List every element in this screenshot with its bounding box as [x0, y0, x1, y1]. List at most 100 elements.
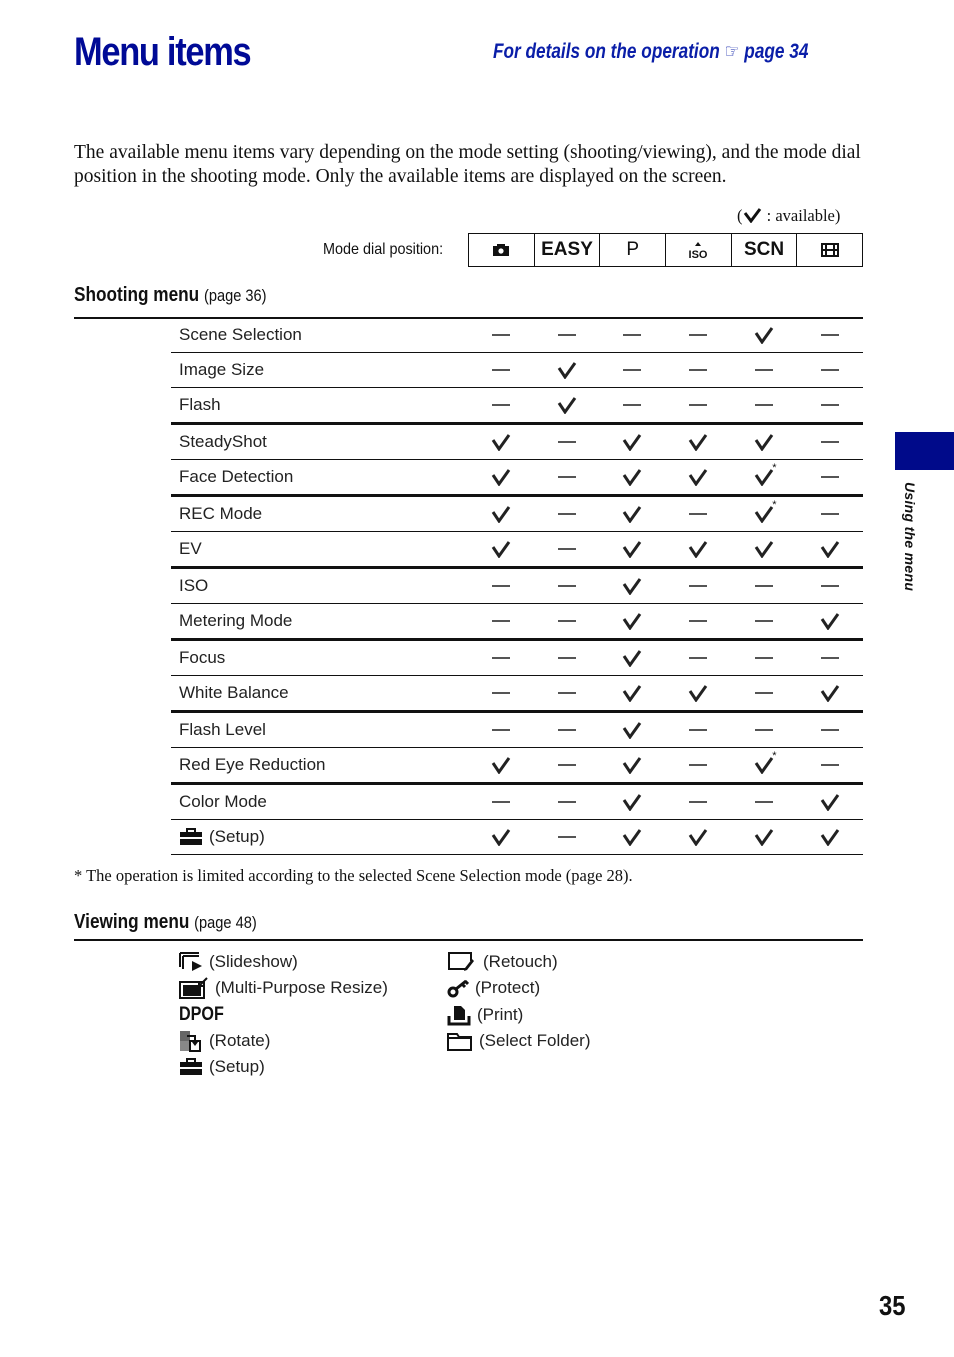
unavailable-dash	[468, 318, 534, 352]
unavailable-dash	[731, 388, 797, 422]
dash-mark	[689, 404, 708, 406]
unavailable-dash	[600, 388, 666, 422]
menu-item-text: Scene Selection	[179, 325, 302, 344]
unavailable-dash	[797, 497, 863, 531]
unavailable-dash	[468, 388, 534, 422]
unavailable-dash	[731, 713, 797, 747]
dash-mark	[755, 585, 774, 587]
footnote-marker: *	[772, 750, 777, 762]
dash-mark	[755, 369, 774, 371]
available-checkmark-icon: *	[731, 748, 797, 782]
list-item: (Setup)	[179, 1054, 388, 1080]
unavailable-dash	[468, 713, 534, 747]
list-item: (Rotate)	[179, 1028, 388, 1054]
dash-mark	[820, 441, 839, 443]
shooting-menu-page-ref[interactable]: (page 36)	[204, 286, 267, 305]
item-label: (Select Folder)	[479, 1030, 591, 1050]
unavailable-dash	[731, 785, 797, 819]
available-checkmark-icon	[534, 388, 600, 422]
menu-item-label: (Setup)	[171, 827, 468, 847]
retouch-icon	[447, 951, 477, 973]
dash-mark	[557, 548, 576, 550]
item-label: (Print)	[477, 1004, 524, 1024]
checkmark-icon	[743, 207, 763, 223]
dash-mark	[755, 729, 774, 731]
available-checkmark-icon	[600, 497, 666, 531]
viewing-menu-right-list: (Retouch) (Protect) (Print) (Select Fold…	[447, 949, 590, 1054]
available-checkmark-icon	[600, 641, 666, 675]
dash-mark	[689, 764, 708, 766]
resize-icon	[179, 977, 209, 1000]
available-checkmark-icon	[797, 820, 863, 854]
mode-dial-label: Mode dial position:	[323, 241, 444, 258]
unavailable-dash	[797, 713, 863, 747]
list-item: (Protect)	[447, 975, 590, 1001]
unavailable-dash	[468, 676, 534, 710]
list-item: DPOF	[179, 1002, 388, 1028]
unavailable-dash	[534, 713, 600, 747]
rotate-icon	[179, 1030, 203, 1053]
xref-page-link[interactable]: page 34	[744, 40, 808, 63]
dash-mark	[491, 585, 510, 587]
item-label: (Rotate)	[209, 1030, 271, 1050]
dash-mark	[557, 657, 576, 659]
available-checkmark-icon	[468, 497, 534, 531]
dash-mark	[689, 513, 708, 515]
xref-text: For details on the operation	[493, 40, 720, 63]
menu-item-label: REC Mode	[171, 504, 468, 524]
operation-cross-reference[interactable]: For details on the operation ☞ page 34	[493, 39, 808, 64]
menu-item-label: Metering Mode	[171, 611, 468, 631]
table-row: Flash Level	[171, 713, 863, 748]
available-checkmark-icon	[600, 676, 666, 710]
footnote-marker: *	[772, 499, 777, 511]
table-row: Flash	[171, 388, 863, 425]
dash-mark	[557, 441, 576, 443]
unavailable-dash	[797, 641, 863, 675]
dash-mark	[557, 585, 576, 587]
dash-mark	[623, 404, 642, 406]
unavailable-dash	[797, 425, 863, 459]
unavailable-dash	[731, 676, 797, 710]
dash-mark	[820, 657, 839, 659]
list-item: (Print)	[447, 1002, 590, 1028]
dash-mark	[491, 729, 510, 731]
unavailable-dash	[600, 318, 666, 352]
dash-mark	[689, 369, 708, 371]
unavailable-dash	[534, 460, 600, 494]
unavailable-dash	[665, 353, 731, 387]
item-label: (Slideshow)	[209, 952, 298, 971]
unavailable-dash	[665, 604, 731, 638]
dash-mark	[491, 620, 510, 622]
dash-mark	[820, 513, 839, 515]
item-label: (Multi-Purpose Resize)	[215, 978, 388, 998]
unavailable-dash	[534, 318, 600, 352]
available-checkmark-icon	[797, 676, 863, 710]
menu-item-label: Flash Level	[171, 720, 468, 740]
available-checkmark-icon	[468, 532, 534, 566]
folder-icon	[447, 1031, 473, 1052]
menu-item-text: SteadyShot	[179, 432, 267, 451]
list-item: (Slideshow)	[179, 949, 388, 975]
dash-mark	[557, 334, 576, 336]
unavailable-dash	[731, 604, 797, 638]
dash-mark	[557, 513, 576, 515]
viewing-menu-page-ref[interactable]: (page 48)	[194, 913, 257, 932]
toolbox-icon	[179, 1058, 203, 1076]
unavailable-dash	[468, 641, 534, 675]
section-side-tab[interactable]	[895, 432, 954, 470]
dash-mark	[755, 692, 774, 694]
dash-mark	[491, 369, 510, 371]
unavailable-dash	[665, 748, 731, 782]
legend-text: : available)	[762, 206, 841, 225]
available-checkmark-icon	[731, 532, 797, 566]
unavailable-dash	[731, 641, 797, 675]
table-row: Face Detection *	[171, 460, 863, 497]
mode-auto-adjustment	[469, 234, 534, 266]
dash-mark	[623, 369, 642, 371]
dash-mark	[755, 657, 774, 659]
dash-mark	[755, 404, 774, 406]
available-checkmark-icon	[797, 604, 863, 638]
table-row: ISO	[171, 569, 863, 604]
dash-mark	[689, 801, 708, 803]
table-row: White Balance	[171, 676, 863, 713]
